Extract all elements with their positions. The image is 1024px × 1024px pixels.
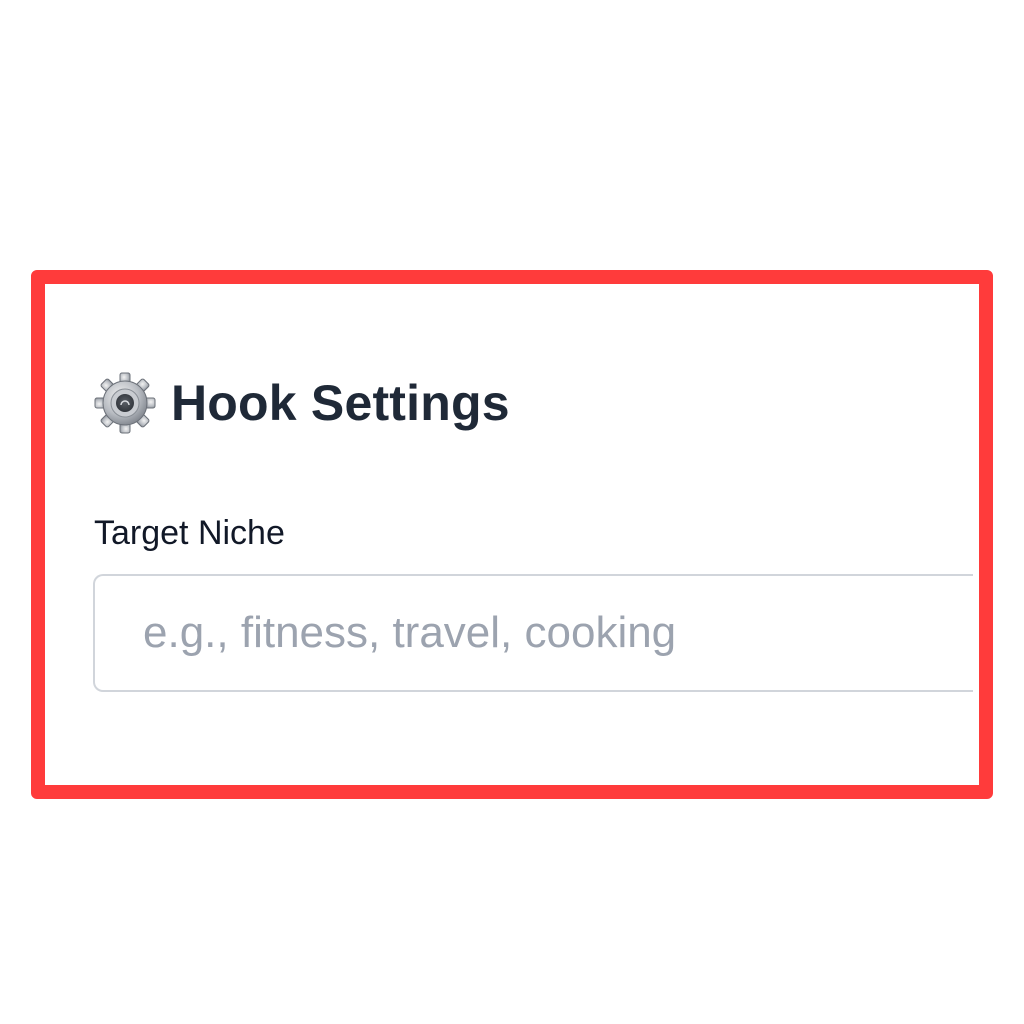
panel-title: Hook Settings: [171, 375, 510, 431]
highlight-frame: Hook Settings Target Niche: [31, 270, 993, 799]
target-niche-input[interactable]: [93, 574, 973, 692]
panel-header: Hook Settings: [93, 368, 510, 438]
target-niche-label: Target Niche: [94, 514, 285, 552]
page: Hook Settings Target Niche: [0, 0, 1024, 1024]
gear-icon: [93, 371, 157, 435]
